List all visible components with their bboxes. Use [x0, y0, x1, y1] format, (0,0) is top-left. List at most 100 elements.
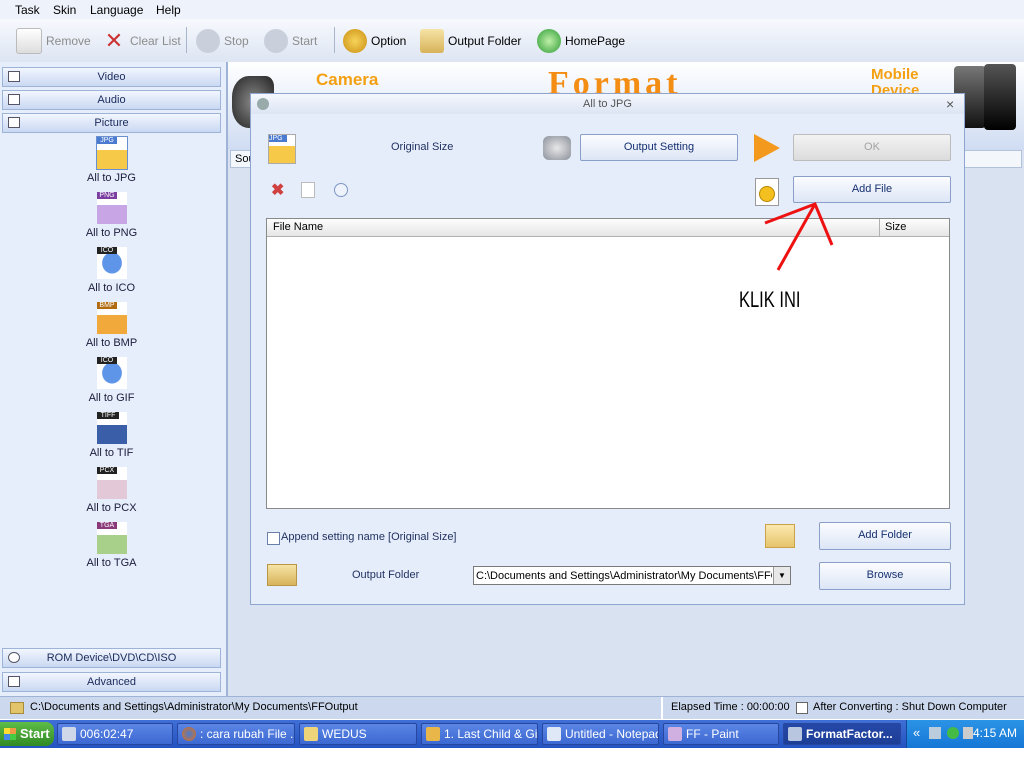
notepad-icon: [547, 727, 561, 741]
all-to-tga-item[interactable]: TGA All to TGA: [2, 522, 221, 572]
menu-bar: Task Skin Language Help: [0, 0, 1024, 19]
category-video[interactable]: Video: [2, 67, 221, 87]
menu-task[interactable]: Task: [15, 3, 40, 17]
all-to-bmp-item[interactable]: BMP All to BMP: [2, 302, 221, 352]
browse-button[interactable]: Browse: [819, 562, 951, 590]
add-folder-icon: [765, 524, 795, 548]
original-size-label: Original Size: [391, 141, 454, 153]
clear-list-button[interactable]: ✕ Clear List: [102, 25, 181, 57]
category-advanced[interactable]: Advanced: [2, 672, 221, 692]
output-setting-icon: [543, 136, 571, 160]
category-rom-device[interactable]: ROM Device\DVD\CD\ISO: [2, 648, 221, 668]
format-factory-icon: [788, 727, 802, 741]
close-icon[interactable]: ×: [946, 94, 954, 114]
folder-icon: [267, 564, 297, 586]
jpg-file-icon: JPG: [268, 134, 296, 164]
tray-expand-button[interactable]: «: [913, 725, 920, 740]
phone-icon: [984, 64, 1016, 130]
computer-icon: [62, 727, 76, 741]
picture-icon: [8, 117, 20, 128]
clear-list-icon: ✕: [104, 28, 124, 53]
folder-icon: [10, 702, 24, 714]
remove-button[interactable]: Remove: [16, 25, 91, 57]
arrow-right-icon: [754, 134, 780, 162]
output-path-label: C:\Documents and Settings\Administrator\…: [30, 701, 358, 713]
png-file-icon: PNG: [97, 192, 127, 224]
annotation-arrow: [764, 202, 834, 271]
all-to-jpg-item[interactable]: JPG All to JPG: [2, 136, 221, 187]
taskbar-item-timer[interactable]: 006:02:47: [57, 723, 173, 745]
network-icon[interactable]: [929, 727, 941, 739]
audio-icon: [8, 94, 20, 105]
output-setting-button[interactable]: Output Setting: [580, 134, 738, 161]
banner-camera-label: Camera: [316, 70, 379, 89]
clear-icon[interactable]: [301, 182, 315, 198]
ok-button[interactable]: OK: [793, 134, 951, 161]
tga-file-icon: TGA: [97, 522, 127, 554]
taskbar-item-firefox[interactable]: : cara rubah File ...: [177, 723, 295, 745]
taskbar-item-winamp[interactable]: 1. Last Child & Gi...: [421, 723, 538, 745]
video-icon: [8, 71, 20, 82]
start-menu-button[interactable]: Start: [0, 722, 54, 746]
delete-icon[interactable]: ✖: [271, 180, 284, 200]
taskbar-item-notepad[interactable]: Untitled - Notepad: [542, 723, 659, 745]
banner-mobile-label: Mobile: [871, 66, 919, 83]
all-to-ico-item[interactable]: ICO All to ICO: [2, 247, 221, 297]
dialog-title-bar: All to JPG ×: [251, 94, 964, 114]
annotation-arrow-head: [764, 202, 834, 246]
bmp-file-icon: BMP: [97, 302, 127, 334]
start-button[interactable]: Start: [264, 25, 317, 57]
annotation-label: KLIK INI: [739, 287, 801, 312]
system-tray: « 4:15 AM: [906, 720, 1024, 748]
category-audio[interactable]: Audio: [2, 90, 221, 110]
folder-icon: [420, 29, 444, 53]
output-folder-button[interactable]: Output Folder: [420, 25, 521, 57]
dialog-title: All to JPG: [583, 98, 632, 110]
stop-icon: [196, 29, 220, 53]
info-icon[interactable]: [947, 727, 959, 739]
security-icon[interactable]: [963, 727, 973, 739]
gear-icon: [343, 29, 367, 53]
option-button[interactable]: Option: [343, 25, 406, 57]
annotation-arrow-shaft: [776, 203, 817, 271]
bottom-strip: [0, 748, 1024, 768]
stop-button[interactable]: Stop: [196, 25, 249, 57]
append-setting-checkbox[interactable]: [267, 532, 280, 545]
taskbar-item-formatfactory[interactable]: FormatFactor...: [783, 723, 901, 745]
toolbar-separator: [334, 27, 335, 53]
output-folder-select[interactable]: C:\Documents and Settings\Administrator\…: [473, 566, 791, 585]
column-divider: [879, 219, 880, 236]
paint-icon: [668, 727, 682, 741]
taskbar-item-paint[interactable]: FF - Paint: [663, 723, 779, 745]
menu-skin[interactable]: Skin: [53, 3, 76, 17]
column-size[interactable]: Size: [885, 221, 906, 233]
column-file-name[interactable]: File Name: [273, 221, 323, 233]
homepage-button[interactable]: HomePage: [537, 25, 625, 57]
all-to-png-item[interactable]: PNG All to PNG: [2, 192, 221, 242]
append-setting-label: Append setting name [Original Size]: [281, 531, 457, 543]
all-to-pcx-item[interactable]: PCX All to PCX: [2, 467, 221, 517]
status-bar: C:\Documents and Settings\Administrator\…: [0, 696, 1024, 719]
category-picture[interactable]: Picture: [2, 113, 221, 133]
disc-icon: [8, 652, 20, 663]
play-icon[interactable]: [334, 183, 348, 197]
clock[interactable]: 4:15 AM: [973, 726, 1017, 740]
firefox-icon: [182, 727, 196, 741]
remove-icon: [16, 28, 42, 54]
dropdown-arrow-icon[interactable]: ▼: [773, 567, 790, 584]
elapsed-time-label: Elapsed Time : 00:00:00: [671, 701, 790, 713]
pcx-file-icon: PCX: [97, 467, 127, 499]
all-to-tif-item[interactable]: TIFF All to TIF: [2, 412, 221, 462]
jpg-file-icon: JPG: [96, 136, 128, 170]
taskbar-item-wedus[interactable]: WEDUS: [299, 723, 417, 745]
all-to-gif-item[interactable]: ICO All to GIF: [2, 357, 221, 407]
add-folder-button[interactable]: Add Folder: [819, 522, 951, 550]
windows-logo-icon: [4, 728, 16, 740]
menu-help[interactable]: Help: [156, 3, 181, 17]
menu-language[interactable]: Language: [90, 3, 143, 17]
ico-file-icon: ICO: [97, 247, 127, 279]
after-converting-checkbox[interactable]: [796, 702, 808, 714]
start-icon: [264, 29, 288, 53]
music-icon: [426, 727, 440, 741]
gif-file-icon: ICO: [97, 357, 127, 389]
